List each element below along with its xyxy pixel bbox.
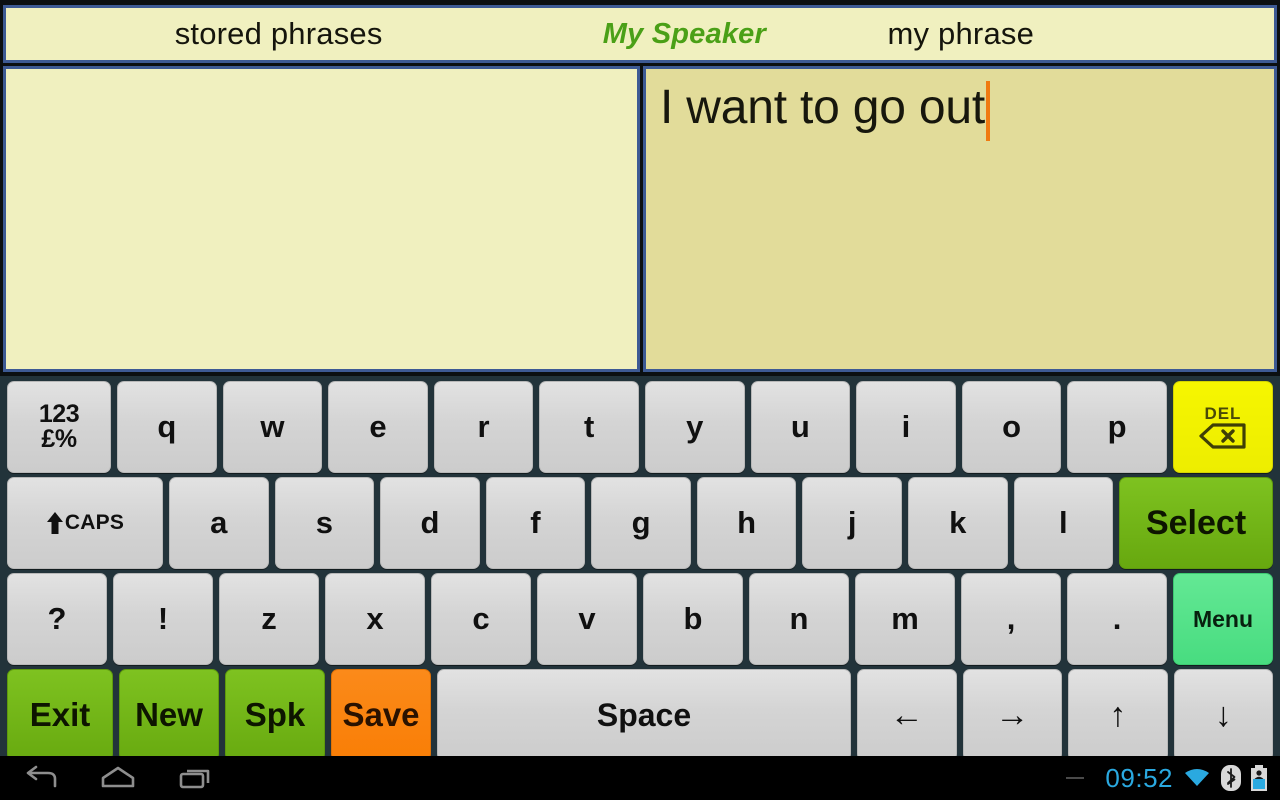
key-comma[interactable]: ,: [961, 573, 1061, 665]
key-v[interactable]: v: [537, 573, 637, 665]
key-u[interactable]: u: [750, 381, 851, 473]
key-i[interactable]: i: [856, 381, 956, 473]
key-b[interactable]: b: [643, 573, 743, 665]
keyboard-row-1: 123 £% q w e r t y u i o p DEL: [4, 381, 1276, 473]
key-g[interactable]: g: [591, 477, 691, 569]
key-period[interactable]: .: [1067, 573, 1167, 665]
key-z[interactable]: z: [219, 573, 319, 665]
delete-key[interactable]: DEL: [1172, 381, 1273, 473]
key-e[interactable]: e: [328, 381, 428, 473]
phrase-text: I want to go out: [660, 81, 986, 134]
numeric-key-line1: 123: [38, 400, 80, 428]
shift-up-arrow-icon: [46, 511, 64, 535]
caps-key[interactable]: CAPS: [7, 477, 163, 569]
arrow-down-key[interactable]: ↓: [1173, 669, 1273, 761]
caps-key-label: CAPS: [64, 511, 125, 534]
key-r[interactable]: r: [433, 381, 534, 473]
keyboard-row-3: ? ! z x c v b n m , . Menu: [4, 573, 1276, 665]
stored-phrases-panel[interactable]: [3, 66, 640, 372]
key-q[interactable]: q: [117, 381, 217, 473]
system-status-area: 09:52: [1066, 763, 1280, 794]
back-icon[interactable]: [24, 765, 58, 791]
keyboard-row-2: CAPS a s d f g h j k l Select: [4, 477, 1276, 569]
save-key[interactable]: Save: [331, 669, 431, 761]
key-a[interactable]: a: [169, 477, 269, 569]
system-navigation-bar: 09:52: [0, 756, 1280, 800]
key-j[interactable]: j: [802, 477, 902, 569]
numeric-key-line2: £%: [41, 425, 77, 453]
my-phrase-panel[interactable]: I want to go out: [643, 66, 1277, 372]
numeric-symbols-key[interactable]: 123 £%: [7, 381, 111, 473]
keyboard-row-4: Exit New Spk Save Space ← → ↑ ↓: [4, 669, 1276, 761]
speak-key[interactable]: Spk: [225, 669, 325, 761]
key-f[interactable]: f: [485, 477, 586, 569]
phrase-line: I want to go out: [660, 81, 1260, 141]
arrow-left-key[interactable]: ←: [857, 669, 957, 761]
menu-key[interactable]: Menu: [1173, 573, 1273, 665]
notification-dash-icon: [1066, 777, 1085, 779]
my-phrase-label: my phrase: [887, 16, 1035, 51]
arrow-right-key[interactable]: →: [962, 669, 1062, 761]
key-exclamation[interactable]: !: [113, 573, 213, 665]
key-m[interactable]: m: [855, 573, 955, 665]
exit-key[interactable]: Exit: [7, 669, 113, 761]
stored-phrases-label: stored phrases: [174, 16, 383, 51]
key-y[interactable]: y: [644, 381, 745, 473]
header-bar: stored phrases My Speaker my phrase: [3, 5, 1277, 63]
app-root: stored phrases My Speaker my phrase I wa…: [0, 0, 1280, 800]
battery-icon: [1250, 765, 1268, 791]
text-cursor: [986, 81, 991, 141]
app-title: My Speaker: [602, 17, 766, 50]
arrow-up-key[interactable]: ↑: [1068, 669, 1168, 761]
key-p[interactable]: p: [1067, 381, 1167, 473]
space-key[interactable]: Space: [437, 669, 851, 761]
key-c[interactable]: c: [431, 573, 531, 665]
status-clock: 09:52: [1105, 762, 1173, 793]
bluetooth-icon: [1221, 765, 1241, 791]
home-icon[interactable]: [100, 765, 136, 791]
wifi-icon: [1182, 766, 1212, 790]
system-nav-buttons: [0, 765, 214, 791]
key-w[interactable]: w: [222, 381, 323, 473]
recents-icon[interactable]: [178, 765, 214, 791]
key-o[interactable]: o: [961, 381, 1062, 473]
new-key[interactable]: New: [119, 669, 219, 761]
delete-key-label: DEL: [1204, 404, 1242, 423]
backspace-icon: [1199, 423, 1247, 449]
key-h[interactable]: h: [696, 477, 797, 569]
key-x[interactable]: x: [325, 573, 425, 665]
key-question[interactable]: ?: [7, 573, 107, 665]
panels-container: I want to go out: [0, 66, 1280, 374]
select-key[interactable]: Select: [1119, 477, 1274, 569]
key-t[interactable]: t: [539, 381, 639, 473]
key-n[interactable]: n: [749, 573, 849, 665]
key-k[interactable]: k: [907, 477, 1008, 569]
key-d[interactable]: d: [380, 477, 480, 569]
key-s[interactable]: s: [274, 477, 375, 569]
on-screen-keyboard: 123 £% q w e r t y u i o p DEL CAPS a s …: [0, 376, 1280, 761]
key-l[interactable]: l: [1013, 477, 1114, 569]
